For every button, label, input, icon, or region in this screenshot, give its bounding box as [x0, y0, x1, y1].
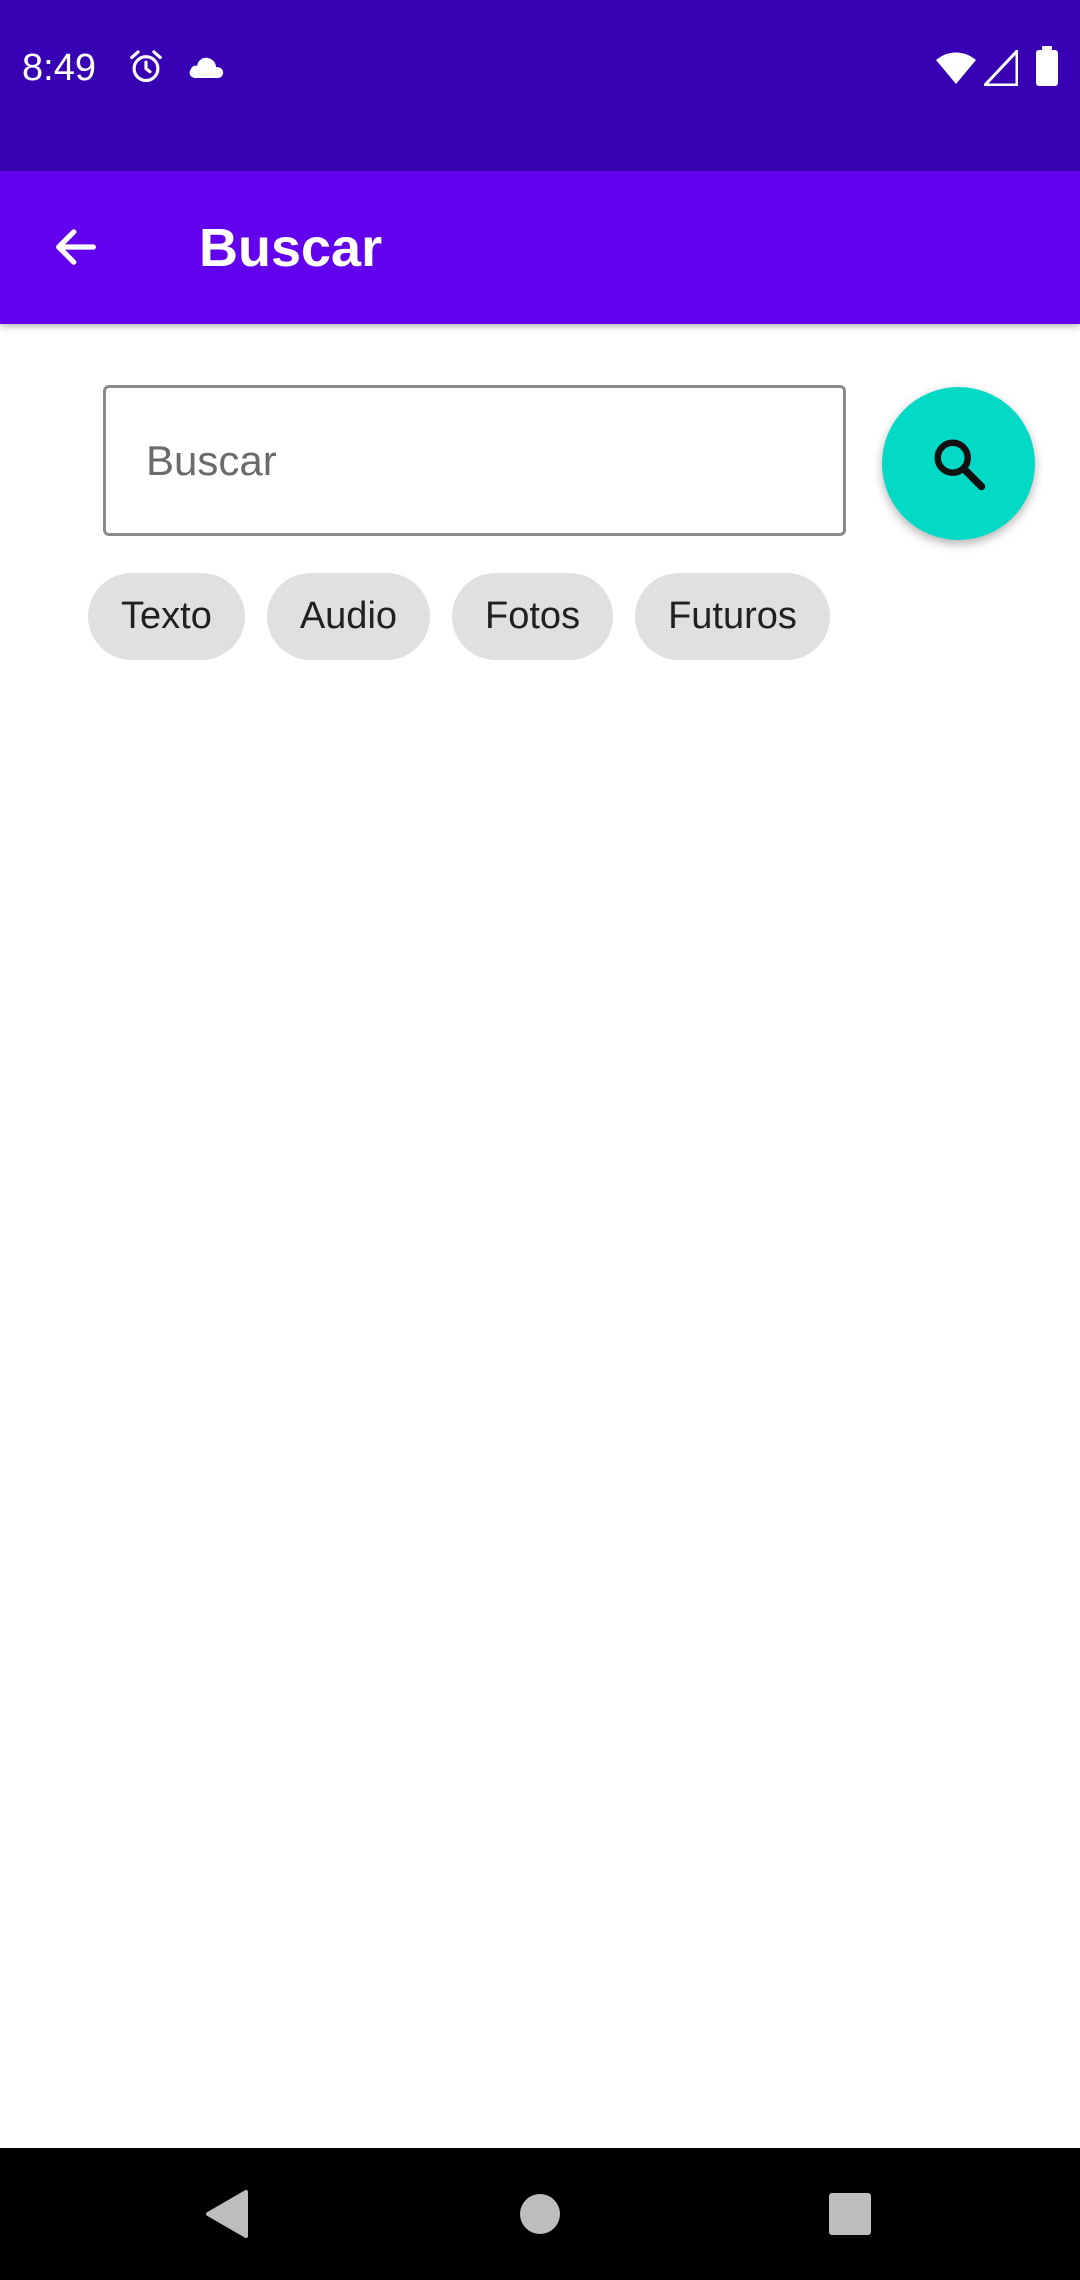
- chip-audio[interactable]: Audio: [266, 573, 431, 660]
- home-circle-icon: [520, 2194, 560, 2234]
- battery-icon: [1036, 46, 1058, 86]
- chip-fotos[interactable]: Fotos: [452, 573, 614, 660]
- nav-home-button[interactable]: [494, 2168, 586, 2260]
- status-time: 8:49: [22, 47, 96, 89]
- search-icon: [934, 439, 985, 490]
- back-button[interactable]: [30, 201, 122, 293]
- chip-futuros[interactable]: Futuros: [635, 573, 830, 660]
- chip-texto[interactable]: Texto: [88, 573, 245, 660]
- search-input[interactable]: [146, 388, 806, 533]
- cloud-icon: [189, 57, 224, 78]
- nav-back-button[interactable]: [180, 2168, 272, 2260]
- app-bar: Buscar: [0, 171, 1080, 324]
- wifi-icon: [936, 52, 976, 84]
- nav-recents-button[interactable]: [804, 2168, 896, 2260]
- navigation-bar: [0, 2148, 1080, 2280]
- recents-square-icon: [829, 2193, 871, 2235]
- back-triangle-icon: [206, 2190, 248, 2238]
- alarm-icon: [130, 50, 162, 83]
- cell-signal-icon: [984, 50, 1018, 86]
- search-field[interactable]: [103, 385, 846, 536]
- search-button[interactable]: [882, 387, 1035, 540]
- status-bar: 8:49: [0, 0, 1080, 171]
- filter-chips: Texto Audio Fotos Futuros: [88, 573, 830, 660]
- page-title: Buscar: [199, 218, 383, 278]
- arrow-back-icon: [56, 229, 96, 265]
